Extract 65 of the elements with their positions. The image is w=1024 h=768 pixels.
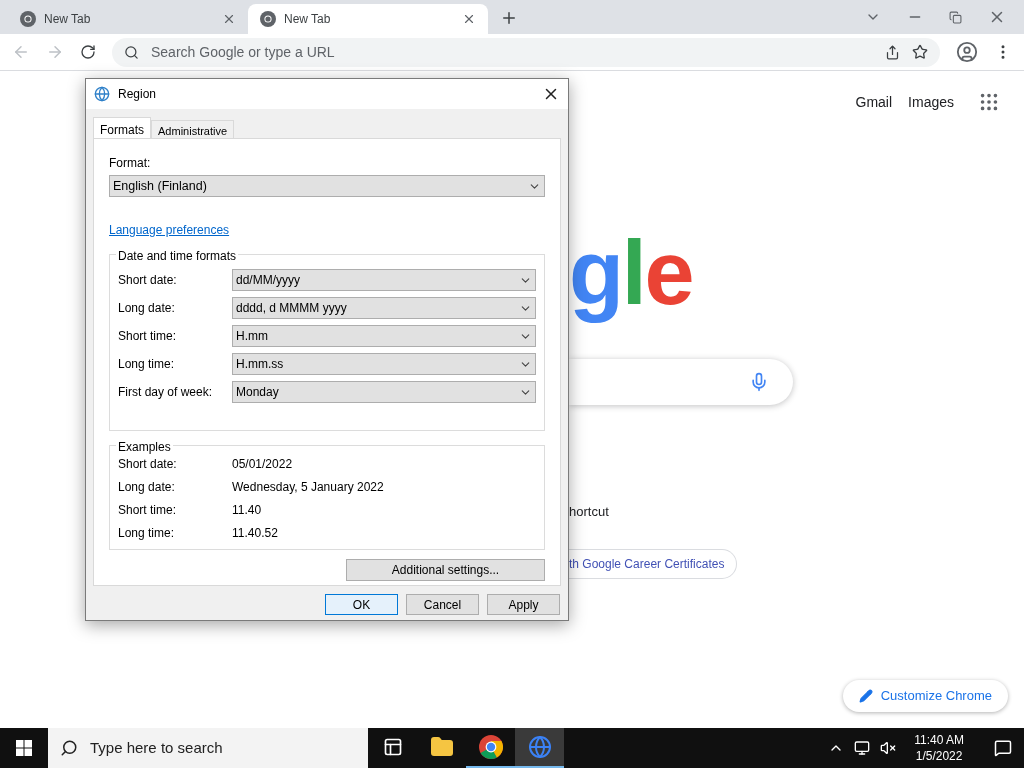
format-dropdown[interactable]: dddd, d MMMM yyyy [232,297,536,319]
browser-tab[interactable]: New Tab [248,4,488,34]
dialog-tab[interactable]: Formats [93,117,151,138]
customize-chrome-button[interactable]: Customize Chrome [842,680,1008,712]
dialog-button[interactable]: OK [325,594,398,615]
search-placeholder: Type here to search [90,737,223,758]
field-label: Long date: [118,478,176,496]
taskbar-search-field[interactable]: Type here to search [48,728,368,768]
field-label: First day of week: [118,384,214,401]
dialog-button[interactable]: Apply [487,594,560,615]
example-value: 11.40.52 [232,524,278,542]
additional-settings-button[interactable]: Additional settings... [346,559,545,581]
logo-text: gle [569,222,693,325]
browser-tab[interactable]: New Tab [8,4,248,34]
field-label: Short date: [118,455,178,473]
field-label: Long time: [118,524,176,542]
chrome-logo-icon [260,11,276,27]
format-dropdown[interactable]: H.mm.ss [232,353,536,375]
format-dropdown[interactable]: Monday [232,381,536,403]
format-dropdown[interactable]: English (Finland) [109,175,545,197]
tab-title: New Tab [44,11,92,28]
globe-icon [94,86,110,102]
new-tab-icon[interactable] [500,9,518,27]
field-label: Short time: [118,501,178,519]
field-label: Long time: [118,356,176,373]
clock[interactable]: 11:40 AM 1/5/2022 [906,732,972,764]
omnibox-placeholder: Search Google or type a URL [151,42,336,62]
search-icon [124,44,139,60]
bookmark-star-icon[interactable] [912,44,928,60]
notifications-icon[interactable] [994,739,1012,757]
example-value: Wednesday, 5 January 2022 [232,478,384,496]
folder-icon [429,735,454,759]
reload-icon[interactable] [80,44,96,60]
globe-icon [527,735,552,759]
field-label: Long date: [118,300,176,317]
dialog-title: Region [118,86,158,103]
pencil-icon [858,689,873,703]
close-icon[interactable] [462,12,476,26]
field-label: Short date: [118,272,178,289]
header-link[interactable]: Images [908,91,954,113]
example-value: 11.40 [232,501,262,519]
task-view-icon [382,737,403,757]
chrome-logo-icon [20,11,36,27]
volume-muted-icon[interactable] [880,740,897,756]
profile-icon[interactable] [956,41,978,63]
header-link[interactable]: Gmail [855,91,893,113]
tab-title: New Tab [284,11,332,28]
dialog-tab[interactable]: Administrative [151,120,235,138]
example-value: 05/01/2022 [232,455,293,473]
chrome-logo-icon [478,735,503,759]
share-icon[interactable] [885,44,900,60]
microphone-icon[interactable] [749,372,769,392]
dialog-button[interactable]: Cancel [406,594,479,615]
format-label: Format: [109,155,152,172]
field-label: Short time: [118,328,178,345]
language-preferences-link[interactable]: Language preferences [109,221,230,239]
apps-grid-icon[interactable] [978,91,1000,113]
search-icon [60,739,78,757]
restore-icon[interactable] [949,10,962,24]
network-icon[interactable] [854,740,871,756]
format-dropdown[interactable]: dd/MM/yyyy [232,269,536,291]
omnibox[interactable]: Search Google or type a URL [112,37,940,67]
shortcut-label[interactable]: hortcut [569,502,609,522]
windows-logo-icon [16,740,32,756]
format-dropdown[interactable]: H.mm [232,325,536,347]
